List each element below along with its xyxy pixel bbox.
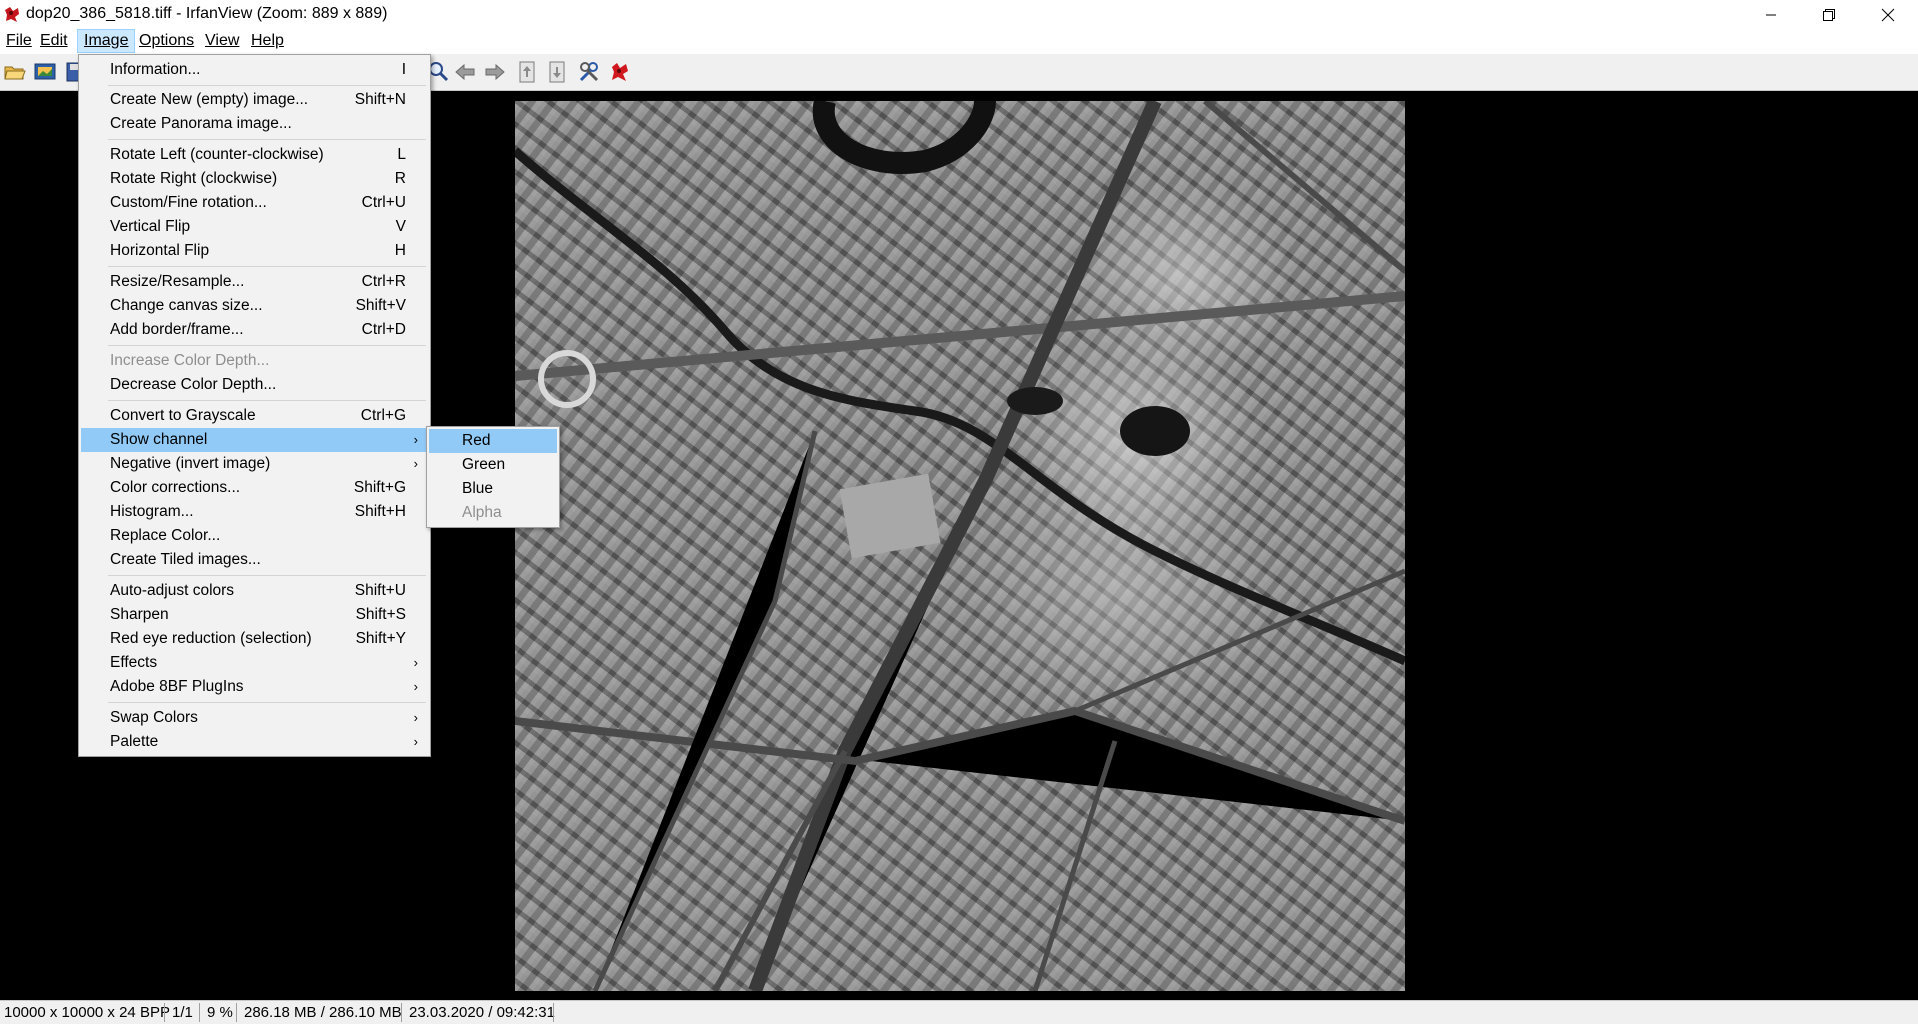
menu-item-rotate-right[interactable]: Rotate Right (clockwise) R bbox=[81, 167, 428, 191]
image-menu: Information... I Create New (empty) image… bbox=[78, 54, 431, 757]
menu-item-replace-color[interactable]: Replace Color... bbox=[81, 524, 428, 548]
menu-item-swap-colors[interactable]: Swap Colors › bbox=[81, 706, 428, 730]
status-memory: 286.18 MB / 286.10 MB bbox=[244, 1004, 402, 1021]
submenu-arrow-icon: › bbox=[413, 710, 418, 725]
menu-item-custom-rotation[interactable]: Custom/Fine rotation... Ctrl+U bbox=[81, 191, 428, 215]
submenu-arrow-icon: › bbox=[413, 679, 418, 694]
menu-item-sharpen[interactable]: Sharpen Shift+S bbox=[81, 603, 428, 627]
menu-image[interactable]: Image bbox=[77, 29, 136, 53]
submenu-arrow-icon: › bbox=[413, 432, 418, 447]
menu-item-vertical-flip[interactable]: Vertical Flip V bbox=[81, 215, 428, 239]
irfanview-logo-icon[interactable] bbox=[608, 60, 632, 84]
menu-item-add-border[interactable]: Add border/frame... Ctrl+D bbox=[81, 318, 428, 342]
status-bar: 10000 x 10000 x 24 BPP 1/1 9 % 286.18 MB… bbox=[0, 1000, 1918, 1024]
menu-item-convert-grayscale[interactable]: Convert to Grayscale Ctrl+G bbox=[81, 404, 428, 428]
channel-item-alpha: Alpha bbox=[462, 504, 502, 521]
menu-item-show-channel[interactable]: Show channel › bbox=[81, 428, 428, 452]
close-icon bbox=[1881, 8, 1895, 21]
show-channel-submenu: Red Green Blue Alpha bbox=[426, 426, 560, 528]
close-button[interactable] bbox=[1859, 0, 1917, 29]
menu-item-palette[interactable]: Palette › bbox=[81, 730, 428, 754]
status-datetime: 23.03.2020 / 09:42:31 bbox=[409, 1004, 555, 1021]
menu-item-color-corrections[interactable]: Color corrections... Shift+G bbox=[81, 476, 428, 500]
menu-options[interactable]: Options bbox=[133, 30, 200, 52]
menu-item-histogram[interactable]: Histogram... Shift+H bbox=[81, 500, 428, 524]
menu-item-effects[interactable]: Effects › bbox=[81, 651, 428, 675]
menu-bar: File Edit Image Options View Help bbox=[0, 29, 1918, 54]
first-file-icon[interactable] bbox=[515, 60, 539, 84]
menu-item-increase-color-depth: Increase Color Depth... bbox=[110, 352, 270, 369]
menu-item-decrease-color-depth[interactable]: Decrease Color Depth... bbox=[81, 373, 428, 397]
properties-tools-icon[interactable] bbox=[577, 60, 601, 84]
menu-item-create-tiled-images[interactable]: Create Tiled images... bbox=[81, 548, 428, 572]
status-dimensions: 10000 x 10000 x 24 BPP bbox=[4, 1004, 170, 1021]
menu-item-red-eye-reduction[interactable]: Red eye reduction (selection) Shift+Y bbox=[81, 627, 428, 651]
slideshow-icon[interactable] bbox=[33, 60, 57, 84]
menu-item-resize-resample[interactable]: Resize/Resample... Ctrl+R bbox=[81, 270, 428, 294]
minimize-button[interactable] bbox=[1742, 0, 1800, 29]
channel-item-red[interactable]: Red bbox=[429, 429, 557, 453]
irfanview-app-icon bbox=[5, 7, 19, 22]
previous-arrow-icon[interactable] bbox=[453, 60, 477, 84]
title-bar: dop20_386_5818.tiff - IrfanView (Zoom: 8… bbox=[0, 0, 1918, 29]
menu-item-rotate-left[interactable]: Rotate Left (counter-clockwise) L bbox=[81, 143, 428, 167]
menu-item-create-new-image[interactable]: Create New (empty) image... Shift+N bbox=[81, 88, 428, 112]
open-folder-icon[interactable] bbox=[3, 60, 27, 84]
status-index: 1/1 bbox=[172, 1004, 193, 1021]
submenu-arrow-icon: › bbox=[413, 655, 418, 670]
channel-item-green[interactable]: Green bbox=[429, 453, 557, 477]
menu-item-change-canvas-size[interactable]: Change canvas size... Shift+V bbox=[81, 294, 428, 318]
menu-help[interactable]: Help bbox=[245, 30, 290, 52]
submenu-arrow-icon: › bbox=[413, 734, 418, 749]
submenu-arrow-icon: › bbox=[413, 456, 418, 471]
restore-icon bbox=[1823, 8, 1835, 21]
aerial-photo-features bbox=[515, 101, 1405, 991]
menu-item-negative[interactable]: Negative (invert image) › bbox=[81, 452, 428, 476]
menu-file[interactable]: File bbox=[0, 30, 38, 52]
last-file-icon[interactable] bbox=[545, 60, 569, 84]
minimize-icon bbox=[1766, 14, 1776, 15]
menu-item-adobe-8bf-plugins[interactable]: Adobe 8BF PlugIns › bbox=[81, 675, 428, 699]
window-title: dop20_386_5818.tiff - IrfanView (Zoom: 8… bbox=[26, 5, 388, 22]
status-zoom: 9 % bbox=[207, 1004, 233, 1021]
menu-edit[interactable]: Edit bbox=[34, 30, 74, 52]
aerial-photo bbox=[515, 101, 1405, 991]
menu-item-horizontal-flip[interactable]: Horizontal Flip H bbox=[81, 239, 428, 263]
menu-item-information[interactable]: Information... I bbox=[81, 58, 428, 82]
channel-item-blue[interactable]: Blue bbox=[429, 477, 557, 501]
menu-item-create-panorama[interactable]: Create Panorama image... bbox=[81, 112, 428, 136]
next-arrow-icon[interactable] bbox=[483, 60, 507, 84]
menu-item-auto-adjust-colors[interactable]: Auto-adjust colors Shift+U bbox=[81, 579, 428, 603]
menu-view[interactable]: View bbox=[199, 30, 245, 52]
restore-button[interactable] bbox=[1800, 0, 1858, 29]
